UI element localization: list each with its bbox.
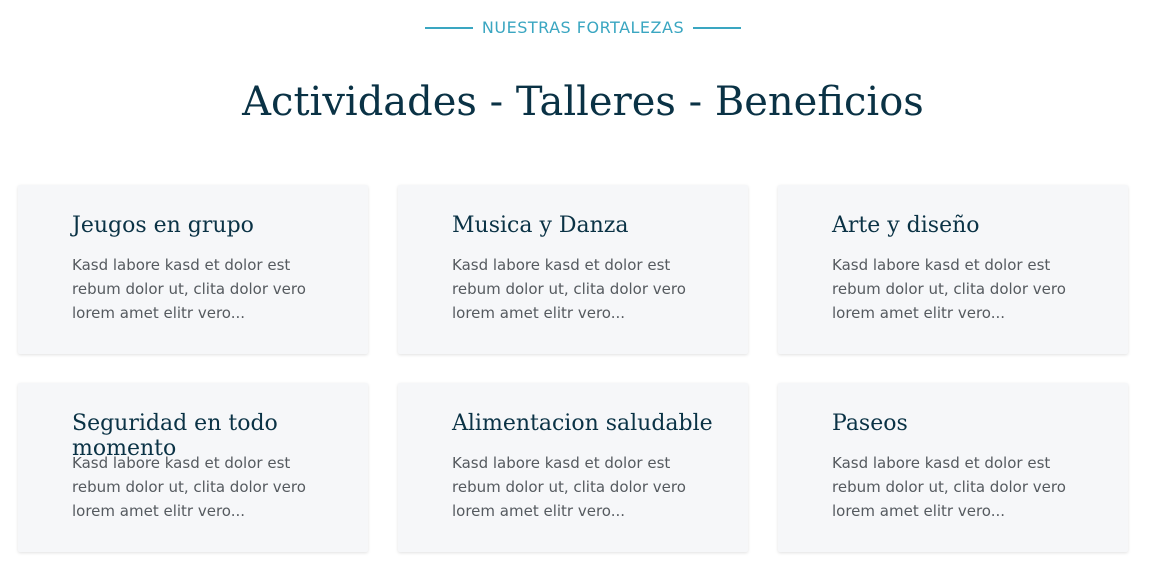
feature-card-text: Kasd labore kasd et dolor est rebum dolo… [832, 454, 1066, 520]
eyebrow-line-right [693, 26, 742, 29]
feature-card-music-dance: Musica y Danza Kasd labore kasd et dolor… [398, 185, 748, 354]
feature-card-text: Kasd labore kasd et dolor est rebum dolo… [452, 454, 686, 520]
feature-card-text: Kasd labore kasd et dolor est rebum dolo… [72, 454, 306, 520]
feature-card-title: Alimentacion saludable [452, 411, 713, 436]
feature-card-outings: Paseos Kasd labore kasd et dolor est reb… [778, 383, 1128, 552]
eyebrow-line-left [424, 26, 473, 29]
feature-card-title: Jeugos en grupo [72, 213, 254, 238]
feature-card-safety: Seguridad en todo momento Kasd labore ka… [18, 383, 368, 552]
feature-card-art-design: Arte y diseño Kasd labore kasd et dolor … [778, 185, 1128, 354]
feature-card-text: Kasd labore kasd et dolor est rebum dolo… [72, 256, 306, 322]
feature-card-group-games: Jeugos en grupo Kasd labore kasd et dolo… [18, 185, 368, 354]
section-eyebrow: NUESTRAS FORTALEZAS [0, 18, 1166, 37]
feature-card-text: Kasd labore kasd et dolor est rebum dolo… [452, 256, 686, 322]
feature-card-healthy-food: Alimentacion saludable Kasd labore kasd … [398, 383, 748, 552]
section-title: Actividades - Talleres - Beneficios [242, 78, 924, 125]
feature-card-title: Paseos [832, 411, 908, 436]
eyebrow-text: NUESTRAS FORTALEZAS [481, 18, 685, 37]
feature-card-text: Kasd labore kasd et dolor est rebum dolo… [832, 256, 1066, 322]
feature-card-title: Arte y diseño [832, 213, 980, 238]
feature-card-title: Musica y Danza [452, 213, 629, 238]
